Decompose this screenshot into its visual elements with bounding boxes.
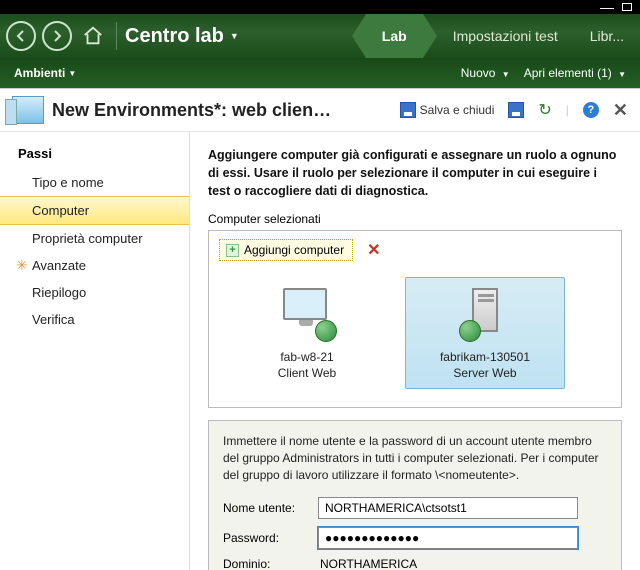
- step-label: Verifica: [32, 312, 75, 327]
- new-menu[interactable]: Nuovo ▼: [461, 66, 510, 80]
- save-and-close-button[interactable]: Salva e chiudi: [400, 102, 495, 118]
- subheader-dropdown-icon[interactable]: ▼: [68, 69, 76, 78]
- main-pane: Aggiungere computer già configurati e as…: [190, 132, 640, 570]
- selected-computers-label: Computer selezionati: [208, 212, 622, 226]
- tab-library-label: Libr...: [590, 28, 624, 44]
- client-computer-icon: [283, 288, 331, 336]
- asterisk-icon: ✳: [16, 257, 28, 274]
- app-title: Centro lab: [125, 25, 224, 48]
- save-button[interactable]: [508, 102, 524, 118]
- tab-lab-label: Lab: [382, 28, 407, 44]
- tile-name: fabrikam-130501: [412, 350, 558, 366]
- computer-tile-server[interactable]: fabrikam-130501 Server Web: [405, 277, 565, 388]
- add-computer-button[interactable]: + Aggiungi computer: [219, 239, 353, 261]
- tab-strip: Lab Impostazioni test Libr...: [352, 14, 640, 58]
- app-header: Centro lab ▼ Lab Impostazioni test Libr.…: [0, 14, 640, 58]
- help-button[interactable]: ?: [583, 102, 599, 118]
- tab-arrow-left-icon[interactable]: [352, 14, 366, 58]
- tab-lab[interactable]: Lab: [366, 14, 423, 58]
- step-computer[interactable]: Computer: [0, 196, 189, 225]
- username-input[interactable]: [318, 497, 578, 519]
- password-input[interactable]: [318, 527, 578, 549]
- username-label: Nome utente:: [223, 501, 318, 515]
- separator: |: [566, 103, 569, 117]
- forward-button[interactable]: [42, 21, 72, 51]
- step-summary[interactable]: Riepilogo: [0, 279, 189, 306]
- tab-library[interactable]: Libr...: [574, 14, 640, 58]
- home-button[interactable]: [78, 21, 108, 51]
- subheader-title: Ambienti: [14, 66, 65, 80]
- selected-computers-box: + Aggiungi computer ✕ fab-w8-21 Client W…: [208, 230, 622, 407]
- step-advanced[interactable]: ✳ Avanzate: [0, 252, 189, 279]
- sub-header: Ambienti ▼ Nuovo ▼ Apri elementi (1) ▼: [0, 58, 640, 88]
- tile-role: Client Web: [234, 366, 380, 382]
- step-label: Avanzate: [32, 258, 86, 273]
- chevron-down-icon: ▼: [618, 70, 626, 79]
- open-items-menu[interactable]: Apri elementi (1) ▼: [524, 66, 626, 80]
- tile-name: fab-w8-21: [234, 350, 380, 366]
- panel-header: New Environments*: web client and... Sal…: [0, 88, 640, 132]
- chevron-down-icon: ▼: [502, 70, 510, 79]
- step-verify[interactable]: Verifica: [0, 306, 189, 333]
- close-button[interactable]: ✕: [613, 100, 628, 121]
- plus-icon: +: [226, 244, 239, 257]
- open-items-label: Apri elementi (1): [524, 66, 612, 80]
- domain-label: Dominio:: [223, 557, 318, 570]
- tab-arrow-right-icon[interactable]: [423, 14, 437, 58]
- step-label: Computer: [32, 203, 89, 218]
- tab-test-settings-label: Impostazioni test: [453, 28, 558, 44]
- back-button[interactable]: [6, 21, 36, 51]
- add-computer-label: Aggiungi computer: [244, 243, 344, 257]
- tab-test-settings[interactable]: Impostazioni test: [437, 14, 574, 58]
- step-label: Riepilogo: [32, 285, 86, 300]
- step-label: Proprietà computer: [32, 231, 143, 246]
- domain-value: NORTHAMERICA: [318, 557, 417, 570]
- steps-heading: Passi: [0, 146, 189, 169]
- credentials-box: Immettere il nome utente e la password d…: [208, 420, 622, 570]
- step-label: Tipo e nome: [32, 175, 104, 190]
- remove-computer-button[interactable]: ✕: [367, 240, 380, 260]
- separator: [116, 22, 117, 50]
- password-label: Password:: [223, 531, 318, 545]
- credentials-instruction: Immettere il nome utente e la password d…: [223, 433, 607, 485]
- title-dropdown-icon[interactable]: ▼: [230, 31, 239, 41]
- window-maximize[interactable]: [622, 3, 632, 11]
- window-minimize[interactable]: —: [600, 3, 614, 11]
- refresh-button[interactable]: ↻: [538, 100, 551, 120]
- panel-title: New Environments*: web client and...: [52, 100, 332, 121]
- step-instruction: Aggiungere computer già configurati e as…: [208, 146, 622, 200]
- tile-role: Server Web: [412, 366, 558, 382]
- server-computer-icon: [461, 288, 509, 336]
- step-computer-properties[interactable]: Proprietà computer: [0, 225, 189, 252]
- step-type-name[interactable]: Tipo e nome: [0, 169, 189, 196]
- computer-tile-client[interactable]: fab-w8-21 Client Web: [227, 277, 387, 388]
- steps-sidebar: Passi Tipo e nome Computer Proprietà com…: [0, 132, 190, 570]
- new-menu-label: Nuovo: [461, 66, 496, 80]
- environment-icon: [12, 96, 44, 124]
- disk-icon: [400, 102, 416, 118]
- save-and-close-label: Salva e chiudi: [420, 103, 495, 117]
